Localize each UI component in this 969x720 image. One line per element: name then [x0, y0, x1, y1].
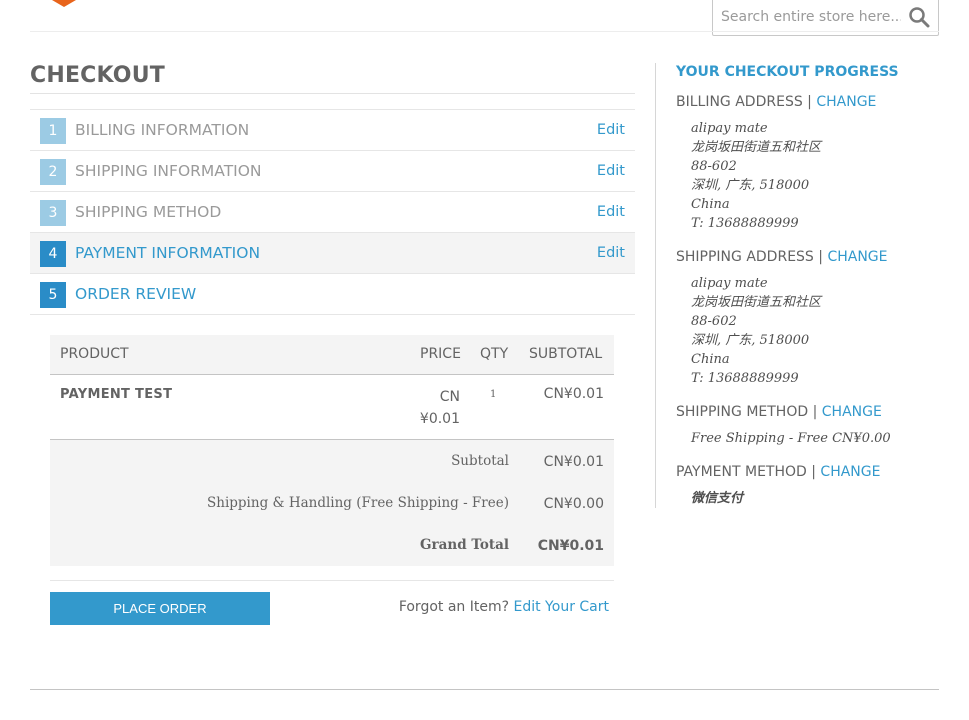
column-header-price: PRICE	[420, 346, 461, 362]
sidebar-divider	[655, 63, 656, 508]
billing-name: alipay mate	[691, 121, 768, 136]
step-label: PAYMENT INFORMATION	[75, 244, 261, 262]
footer-divider	[30, 689, 939, 690]
change-billing-link[interactable]: CHANGE	[816, 94, 876, 110]
product-price: CN ¥0.01	[408, 386, 460, 430]
change-shipping-link[interactable]: CHANGE	[827, 249, 887, 265]
grand-total-label: Grand Total	[420, 537, 509, 553]
order-review-table: PRODUCT PRICE QTY SUBTOTAL PAYMENT TEST …	[50, 335, 614, 566]
edit-payment-link[interactable]: Edit	[597, 245, 625, 261]
column-header-product: PRODUCT	[60, 346, 129, 362]
shipping-country: China	[691, 352, 730, 367]
edit-shipping-link[interactable]: Edit	[597, 163, 625, 179]
step-number: 1	[40, 118, 66, 144]
payment-method-value: 微信支付	[691, 491, 744, 506]
product-subtotal: CN¥0.01	[543, 386, 604, 402]
billing-address-label: BILLING ADDRESS	[676, 94, 803, 110]
billing-address-block: alipay mate 龙岗坂田街道五和社区 88-602 深圳, 广东, 51…	[691, 119, 821, 233]
step-number: 5	[40, 282, 66, 308]
forgot-item-label: Forgot an Item?	[398, 599, 510, 615]
shipping-line2: 88-602	[691, 314, 737, 329]
shipping-address-heading: SHIPPING ADDRESS | CHANGE	[676, 249, 888, 265]
payment-method-heading: PAYMENT METHOD | CHANGE	[676, 464, 881, 480]
shipping-phone: T: 13688889999	[691, 371, 799, 386]
step-label: ORDER REVIEW	[75, 285, 197, 303]
shipping-method-label: SHIPPING METHOD	[676, 404, 809, 420]
store-logo[interactable]	[52, 0, 76, 7]
shipping-value: CN¥0.00	[543, 496, 604, 512]
billing-line2: 88-602	[691, 159, 737, 174]
price-currency: CN	[439, 389, 460, 405]
billing-street: 龙岗坂田街道五和社区	[691, 140, 822, 155]
billing-phone: T: 13688889999	[691, 216, 799, 231]
billing-address-heading: BILLING ADDRESS | CHANGE	[676, 94, 877, 110]
page-title: CHECKOUT	[30, 63, 165, 88]
header-divider	[30, 31, 939, 32]
button-divider	[50, 580, 614, 581]
table-header: PRODUCT PRICE QTY SUBTOTAL	[50, 335, 614, 375]
edit-shipping-method-link[interactable]: Edit	[597, 204, 625, 220]
product-name: PAYMENT TEST	[60, 387, 173, 402]
step-label: SHIPPING INFORMATION	[75, 162, 262, 180]
product-qty: 1	[490, 389, 497, 400]
step-shipping-information[interactable]: 2 SHIPPING INFORMATION Edit	[30, 151, 635, 192]
step-number: 3	[40, 200, 66, 226]
edit-billing-link[interactable]: Edit	[597, 122, 625, 138]
checkout-progress-sidebar: YOUR CHECKOUT PROGRESS BILLING ADDRESS |…	[676, 64, 946, 506]
shipping-method-value: Free Shipping - Free CN¥0.00	[691, 431, 891, 446]
grand-total-value: CN¥0.01	[537, 538, 604, 554]
price-amount: ¥0.01	[419, 411, 460, 427]
title-divider	[30, 93, 635, 94]
edit-cart-link[interactable]: Edit Your Cart	[514, 599, 610, 615]
shipping-city: 深圳, 广东, 518000	[691, 333, 810, 348]
column-header-subtotal: SUBTOTAL	[529, 346, 603, 362]
step-label: SHIPPING METHOD	[75, 203, 222, 221]
step-shipping-method[interactable]: 3 SHIPPING METHOD Edit	[30, 192, 635, 233]
checkout-steps: 1 BILLING INFORMATION Edit 2 SHIPPING IN…	[30, 109, 635, 315]
step-payment-information[interactable]: 4 PAYMENT INFORMATION Edit	[30, 233, 635, 274]
change-payment-method-link[interactable]: CHANGE	[820, 464, 880, 480]
shipping-address-block: alipay mate 龙岗坂田街道五和社区 88-602 深圳, 广东, 51…	[691, 274, 821, 388]
shipping-address-label: SHIPPING ADDRESS	[676, 249, 814, 265]
table-row: PAYMENT TEST CN ¥0.01 1 CN¥0.01	[50, 375, 614, 440]
step-number: 2	[40, 159, 66, 185]
progress-title: YOUR CHECKOUT PROGRESS	[676, 64, 899, 80]
step-billing-information[interactable]: 1 BILLING INFORMATION Edit	[30, 110, 635, 151]
place-order-button[interactable]: PLACE ORDER	[50, 592, 270, 625]
forgot-item-text: Forgot an Item? Edit Your Cart	[399, 599, 609, 615]
step-label: BILLING INFORMATION	[75, 121, 250, 139]
search-input[interactable]	[721, 6, 901, 28]
step-number: 4	[40, 241, 66, 267]
payment-method-label: PAYMENT METHOD	[676, 464, 807, 480]
column-header-qty: QTY	[480, 346, 509, 362]
billing-city: 深圳, 广东, 518000	[691, 178, 810, 193]
subtotal-value: CN¥0.01	[543, 454, 604, 470]
subtotal-label: Subtotal	[451, 453, 509, 469]
shipping-name: alipay mate	[691, 276, 768, 291]
shipping-label: Shipping & Handling (Free Shipping - Fre…	[207, 495, 509, 511]
shipping-method-heading: SHIPPING METHOD | CHANGE	[676, 404, 882, 420]
billing-country: China	[691, 197, 730, 212]
totals-section: Subtotal CN¥0.01 Shipping & Handling (Fr…	[50, 440, 614, 566]
step-order-review: 5 ORDER REVIEW	[30, 274, 635, 315]
shipping-street: 龙岗坂田街道五和社区	[691, 295, 822, 310]
search-icon[interactable]	[908, 6, 930, 28]
change-shipping-method-link[interactable]: CHANGE	[822, 404, 882, 420]
